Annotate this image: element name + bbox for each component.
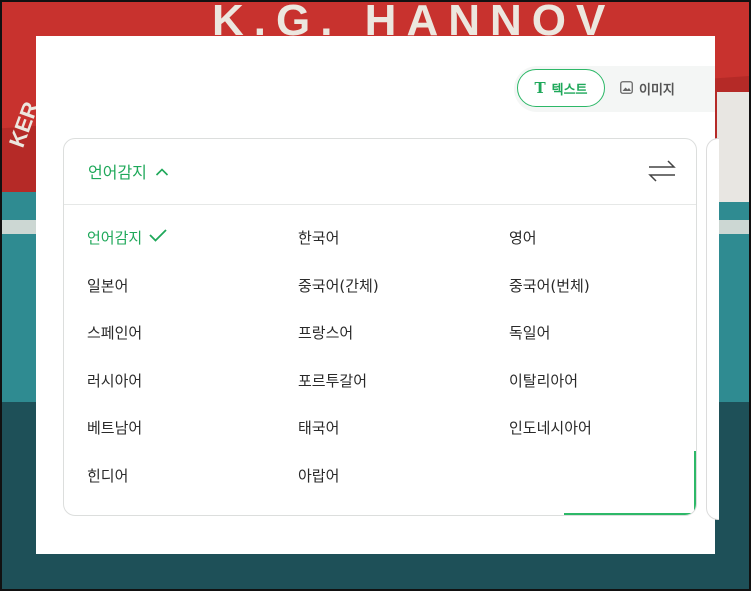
language-option-label: 베트남어: [87, 419, 143, 438]
language-option-label: 영어: [509, 229, 537, 247]
language-option[interactable]: 이탈리아어: [509, 370, 687, 400]
language-option-label: 중국어(간체): [298, 276, 379, 295]
language-option[interactable]: 인도네시아어: [509, 417, 687, 447]
tab-text[interactable]: T 텍스트: [517, 69, 605, 107]
language-option[interactable]: 독일어: [509, 322, 687, 352]
text-icon: T: [534, 79, 546, 97]
language-option[interactable]: 일본어: [87, 275, 298, 305]
source-language-label: 언어감지: [88, 163, 147, 182]
translator-card: T 텍스트 이미지 언어감지 언어감지 한국어 영어 일본어 중국어(간체) 중…: [36, 36, 719, 554]
language-option-label: 독일어: [509, 324, 551, 343]
language-option[interactable]: 힌디어: [87, 465, 298, 495]
language-option-label: 스페인어: [87, 324, 143, 343]
language-option[interactable]: 한국어: [298, 227, 509, 257]
language-option[interactable]: 태국어: [298, 417, 509, 447]
language-option[interactable]: 프랑스어: [298, 322, 509, 352]
tab-text-label: 텍스트: [551, 82, 588, 98]
language-option-label: 힌디어: [87, 466, 129, 485]
language-dropdown-panel: 언어감지 언어감지 한국어 영어 일본어 중국어(간체) 중국어(번체) 스페인어 프랑스어 독…: [63, 138, 697, 516]
language-option-label: 태국어: [298, 419, 340, 438]
language-option[interactable]: 스페인어: [87, 322, 298, 352]
source-language-select[interactable]: 언어감지: [88, 159, 169, 183]
language-option-label: 인도네시아어: [509, 419, 592, 438]
tab-image-label: 이미지: [639, 82, 675, 98]
language-list: 언어감지 한국어 영어일본어 중국어(간체) 중국어(번체) 스페인어 프랑스어 독일어러시아…: [87, 227, 687, 513]
language-option[interactable]: 중국어(번체): [509, 275, 687, 305]
chevron-up-icon: [155, 162, 169, 181]
language-option-label: 프랑스어: [298, 324, 354, 343]
language-option-label: 이탈리아어: [509, 371, 579, 390]
language-option[interactable]: 아랍어: [298, 465, 509, 495]
language-option[interactable]: 포르투갈어: [298, 370, 509, 400]
panel-header: 언어감지: [64, 139, 696, 205]
language-option-label: 중국어(번체): [509, 276, 590, 295]
language-option-label: 일본어: [87, 276, 129, 295]
language-option-label: 언어감지: [87, 229, 143, 247]
check-icon: [148, 227, 168, 247]
language-option[interactable]: 영어: [509, 227, 687, 257]
language-option-label: 한국어: [298, 229, 340, 247]
target-panel-edge: [706, 138, 719, 520]
language-option[interactable]: 중국어(간체): [298, 275, 509, 305]
swap-languages-icon[interactable]: [648, 159, 676, 183]
language-option[interactable]: 언어감지: [87, 227, 298, 257]
mode-tabs: T 텍스트 이미지: [514, 66, 715, 112]
language-option-label: 아랍어: [298, 466, 340, 485]
language-option-label: 러시아어: [87, 371, 143, 390]
image-icon: [620, 79, 633, 98]
language-option-label: 포르투갈어: [298, 371, 368, 390]
tab-image[interactable]: 이미지: [620, 69, 675, 107]
language-option[interactable]: 베트남어: [87, 417, 298, 447]
language-option[interactable]: 러시아어: [87, 370, 298, 400]
